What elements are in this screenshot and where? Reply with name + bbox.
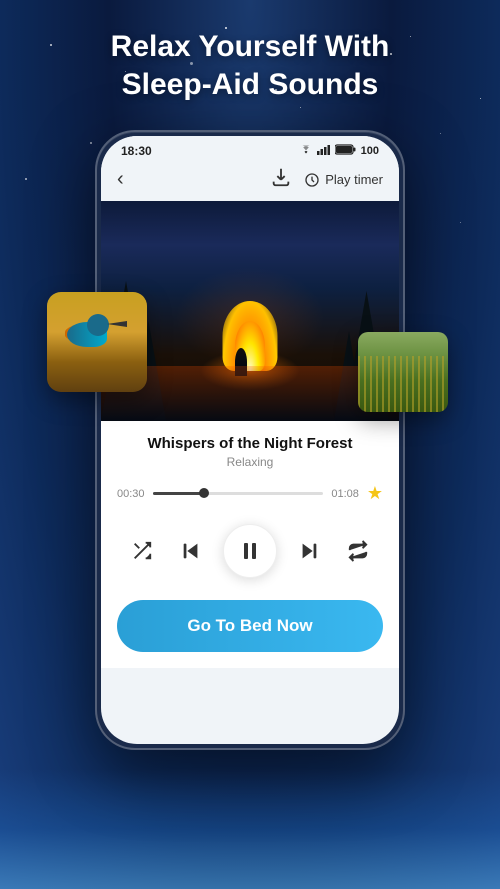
grass-scene [358,332,448,412]
status-icons: 100 [299,144,379,158]
controls-area [101,514,399,592]
progress-thumb [199,488,209,498]
progress-area: 00:30 01:08 ★ [101,477,399,514]
thumbnail-right[interactable] [358,332,448,412]
favorite-star[interactable]: ★ [367,483,383,504]
ambient-glow [175,267,325,367]
phone-mockup: 18:30 [95,130,405,750]
current-time: 00:30 [117,488,145,500]
bird-scene [47,292,147,392]
play-timer-button[interactable]: Play timer [304,172,383,188]
go-to-bed-button[interactable]: Go To Bed Now [117,600,383,652]
time-row: 00:30 01:08 ★ [117,483,383,504]
battery-percent: 100 [361,145,379,157]
total-time: 01:08 [331,488,359,500]
progress-bar[interactable] [153,492,324,495]
repeat-button[interactable] [340,533,376,569]
progress-fill [153,492,204,495]
hero-title: Relax Yourself With Sleep-Aid Sounds [0,28,500,103]
battery-icon [335,144,357,158]
status-time: 18:30 [121,144,152,158]
bird-beak [107,321,127,327]
music-info: Whispers of the Night Forest Relaxing [101,421,399,477]
header-right: Play timer [270,166,383,193]
shuffle-button[interactable] [124,533,160,569]
back-button[interactable]: ‹ [117,168,124,191]
signal-icon [317,145,331,158]
pause-button[interactable] [223,524,277,578]
track-subtitle: Relaxing [117,455,383,469]
previous-button[interactable] [173,533,209,569]
cta-area: Go To Bed Now [101,592,399,668]
download-button[interactable] [270,166,292,193]
bird-head [87,314,109,336]
app-header: ‹ Play timer [101,162,399,201]
thumbnail-left[interactable] [47,292,147,392]
track-title: Whispers of the Night Forest [117,435,383,452]
next-button[interactable] [291,533,327,569]
wifi-icon [299,145,313,158]
horizon-glow [0,769,500,889]
phone-inner: 18:30 [101,136,399,744]
status-bar: 18:30 [101,136,399,162]
grass-stalks [358,356,448,412]
